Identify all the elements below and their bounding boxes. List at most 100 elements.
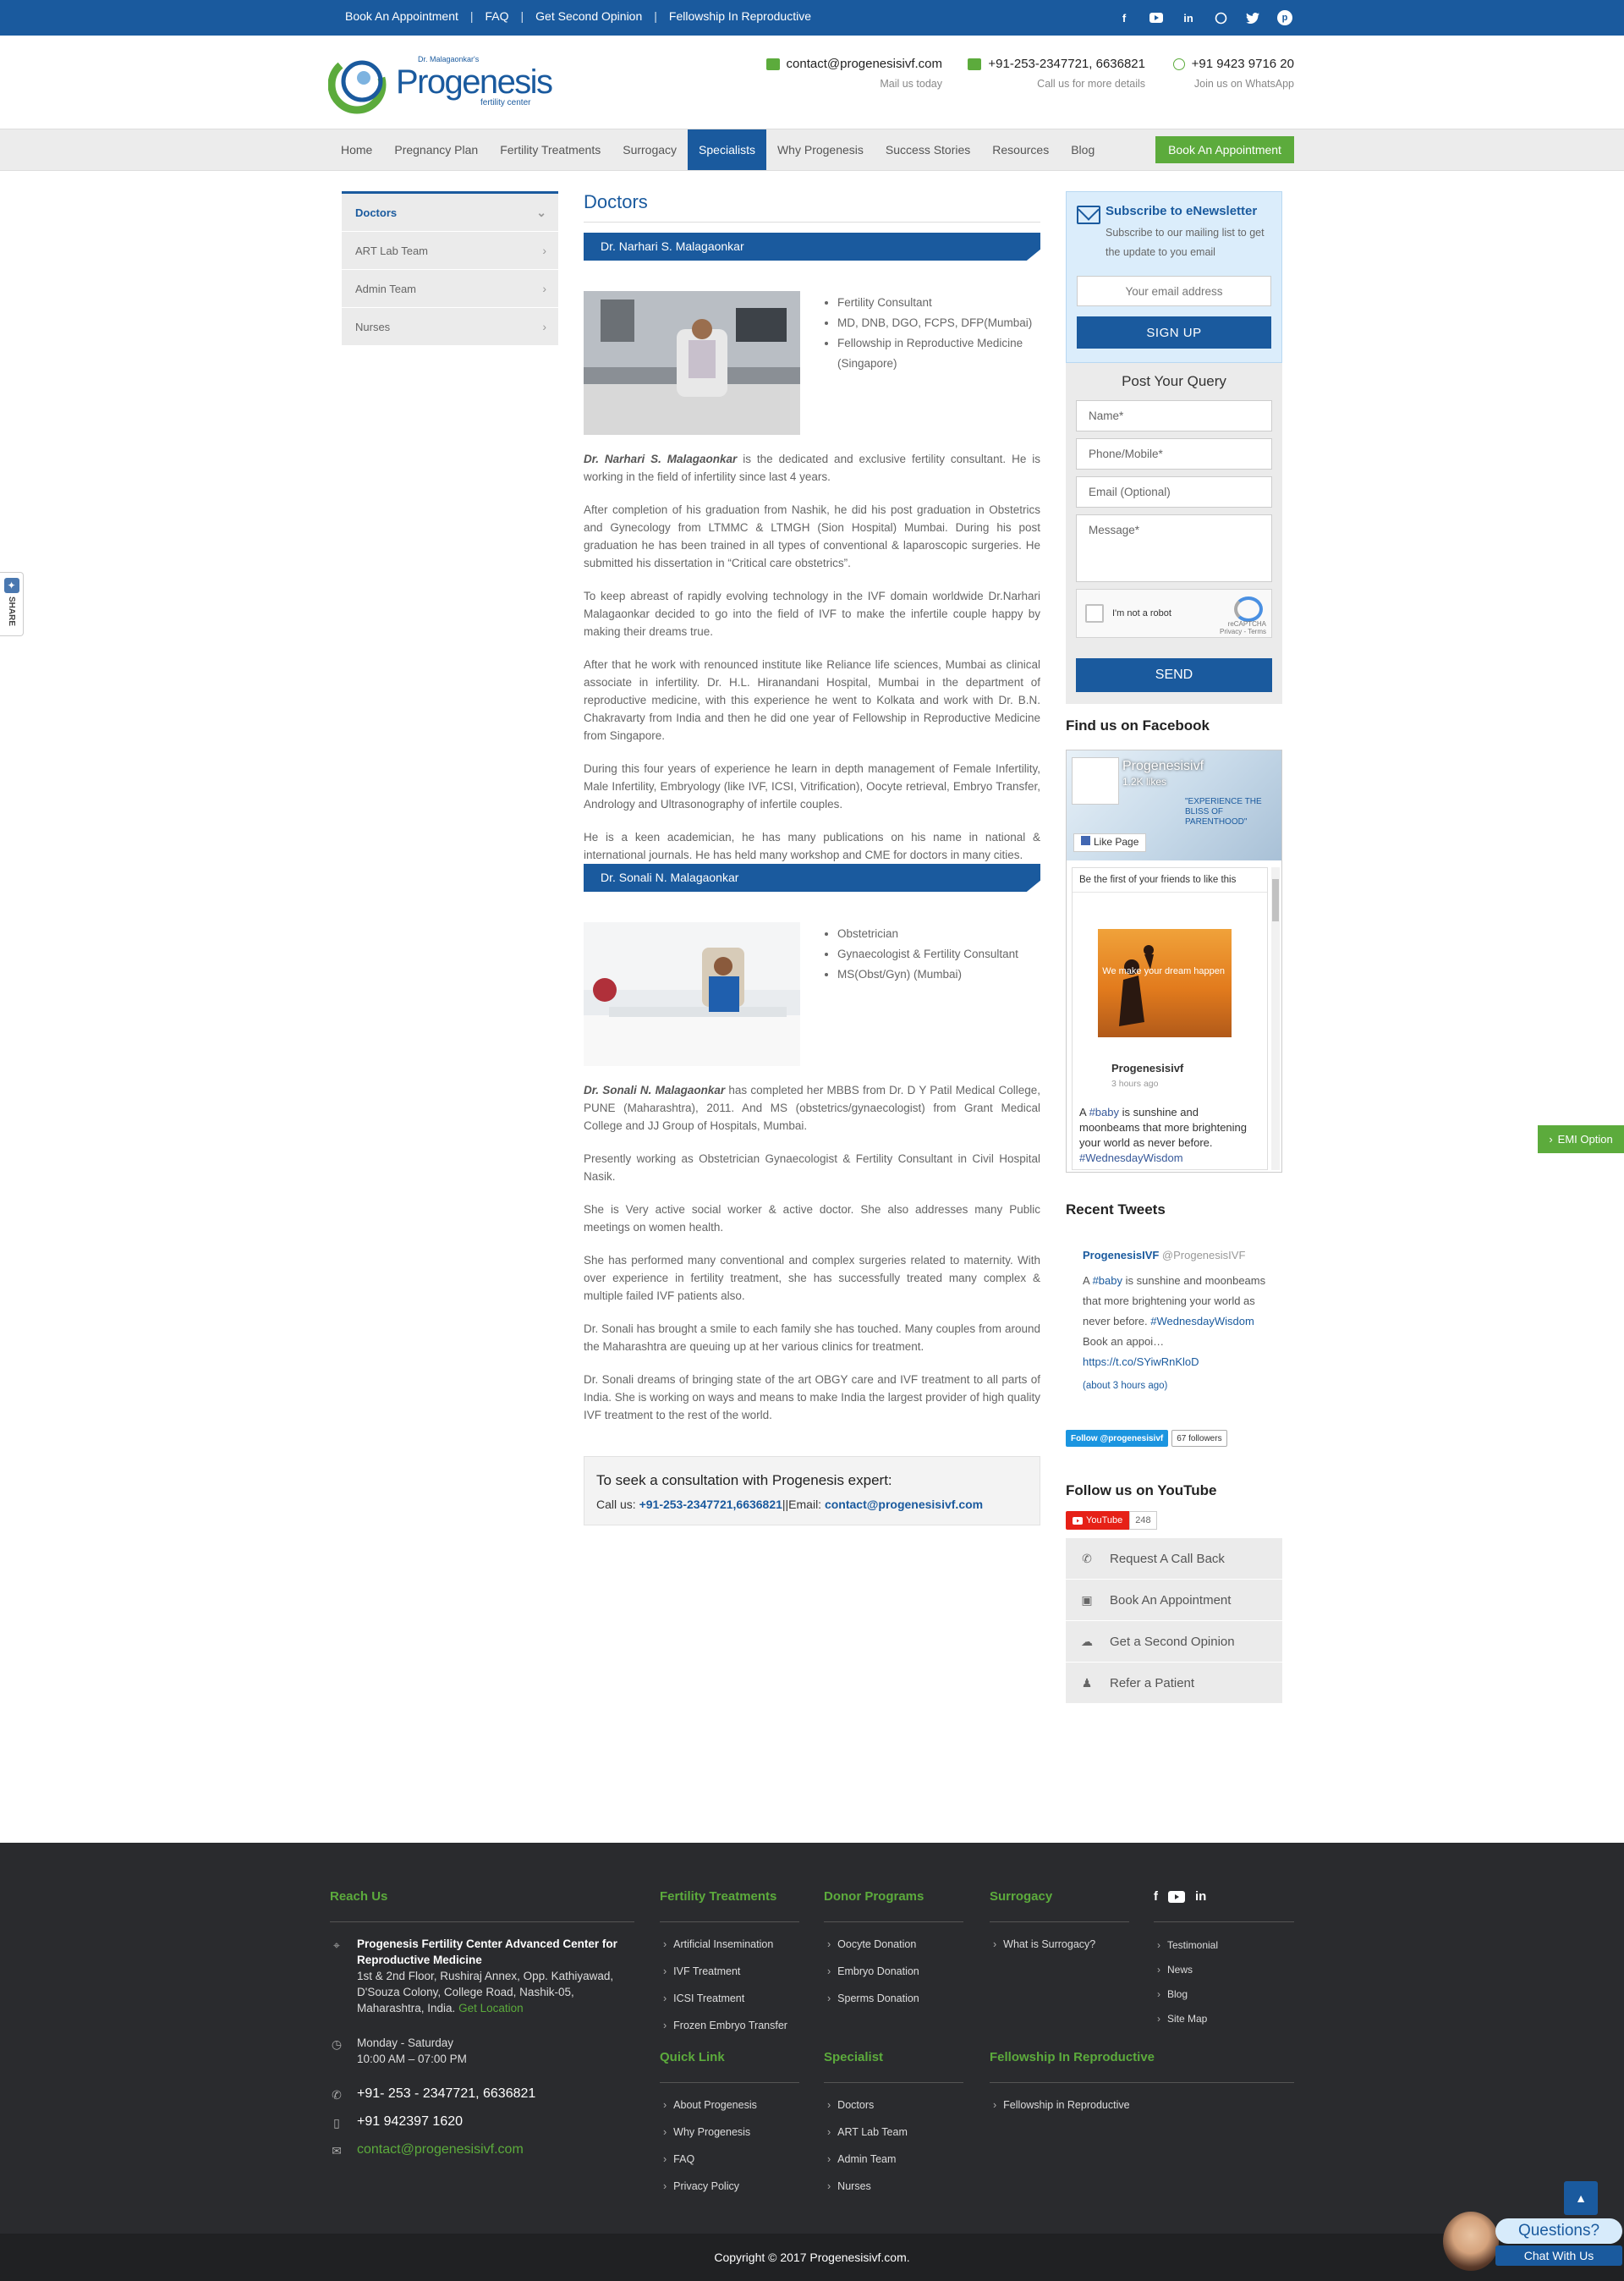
- facebook-icon[interactable]: f: [1154, 1889, 1158, 1904]
- sidebar-item-admin-team[interactable]: Admin Team ›: [342, 270, 558, 308]
- name-field[interactable]: Name*: [1076, 400, 1272, 431]
- nav-blog[interactable]: Blog: [1060, 129, 1106, 170]
- tweet-link[interactable]: https://t.co/SYiwRnKloD: [1083, 1355, 1199, 1368]
- footer-link[interactable]: Privacy Policy: [663, 2173, 757, 2200]
- bio-lead-name: Dr. Sonali N. Malagaonkar: [584, 1084, 726, 1097]
- facebook-scrollbar[interactable]: [1271, 867, 1280, 1170]
- footer-link[interactable]: Site Map: [1157, 2006, 1218, 2031]
- message-field[interactable]: Message*: [1076, 514, 1272, 582]
- send-button[interactable]: SEND: [1076, 658, 1272, 692]
- nav-book-appointment-button[interactable]: Book An Appointment: [1155, 136, 1294, 163]
- twitter-follow-button[interactable]: Follow @progenesisivf: [1066, 1430, 1169, 1447]
- footer-link[interactable]: Testimonial: [1157, 1932, 1218, 1957]
- footer-link[interactable]: Why Progenesis: [663, 2119, 757, 2146]
- tweet-time[interactable]: (about 3 hours ago): [1083, 1376, 1282, 1396]
- signup-button[interactable]: SIGN UP: [1077, 316, 1271, 349]
- footer-link[interactable]: Embryo Donation: [827, 1958, 919, 1985]
- phone-field[interactable]: Phone/Mobile*: [1076, 438, 1272, 470]
- chat-with-us-button[interactable]: Chat With Us: [1495, 2245, 1622, 2266]
- header-whatsapp[interactable]: +91 9423 9716 20: [1192, 57, 1294, 71]
- facebook-like-button[interactable]: Like Page: [1073, 833, 1147, 852]
- tweet-author[interactable]: ProgenesisIVF @ProgenesisIVF: [1083, 1245, 1282, 1266]
- recaptcha-terms[interactable]: Privacy - Terms: [1220, 628, 1266, 635]
- nav-home[interactable]: Home: [330, 129, 383, 170]
- doctor-photo: [584, 291, 800, 435]
- consultation-phone[interactable]: +91-253-2347721,6636821: [639, 1498, 782, 1511]
- post-hashtag[interactable]: #WednesdayWisdom: [1079, 1151, 1183, 1164]
- footer-link[interactable]: Frozen Embryo Transfer: [663, 2012, 787, 2039]
- footer-days: Monday - Saturday: [357, 2036, 454, 2049]
- nav-pregnancy-plan[interactable]: Pregnancy Plan: [383, 129, 489, 170]
- footer-link[interactable]: Oocyte Donation: [827, 1931, 919, 1958]
- chat-widget[interactable]: Questions? Chat With Us: [1443, 2210, 1624, 2281]
- linkedin-icon[interactable]: in: [1179, 8, 1198, 27]
- footer-link[interactable]: ICSI Treatment: [663, 1985, 787, 2012]
- location-pin-icon: ⌖: [333, 1938, 340, 1952]
- post-hashtag[interactable]: #baby: [1089, 1106, 1119, 1119]
- top-link-faq[interactable]: FAQ: [486, 9, 509, 23]
- footer-link[interactable]: Admin Team: [827, 2146, 908, 2173]
- footer-email[interactable]: contact@progenesisivf.com: [357, 2142, 524, 2157]
- footer-link[interactable]: IVF Treatment: [663, 1958, 787, 1985]
- sidebar-item-doctors[interactable]: Doctors ⌄: [342, 194, 558, 232]
- request-call-back-link[interactable]: ✆ Request A Call Back: [1066, 1538, 1282, 1580]
- nav-specialists[interactable]: Specialists: [688, 129, 766, 170]
- refer-patient-link[interactable]: ♟ Refer a Patient: [1066, 1663, 1282, 1704]
- footer-link[interactable]: About Progenesis: [663, 2091, 757, 2119]
- header-phone[interactable]: +91-253-2347721, 6636821: [988, 57, 1145, 71]
- nav-fertility-treatments[interactable]: Fertility Treatments: [489, 129, 612, 170]
- top-link-second-opinion[interactable]: Get Second Opinion: [535, 9, 642, 23]
- nav-resources[interactable]: Resources: [981, 129, 1060, 170]
- pinterest-icon[interactable]: p: [1276, 8, 1294, 27]
- get-location-link[interactable]: Get Location: [458, 2002, 524, 2014]
- emi-option-button[interactable]: › EMI Option: [1538, 1125, 1624, 1153]
- nav-surrogacy[interactable]: Surrogacy: [612, 129, 688, 170]
- youtube-icon[interactable]: [1147, 8, 1166, 27]
- book-appointment-link[interactable]: ▣ Book An Appointment: [1066, 1580, 1282, 1621]
- header: Dr. Malagaonkar's Progenesis fertility c…: [0, 36, 1624, 129]
- facebook-post-author[interactable]: Progenesisivf: [1111, 1061, 1259, 1076]
- footer-link[interactable]: Blog: [1157, 1981, 1218, 2006]
- footer-link[interactable]: ART Lab Team: [827, 2119, 908, 2146]
- divider: [660, 1921, 799, 1922]
- whatsapp-icon[interactable]: [1211, 8, 1230, 27]
- facebook-page-name[interactable]: Progenesisivf: [1122, 759, 1204, 774]
- youtube-button[interactable]: YouTube: [1066, 1511, 1130, 1530]
- contact-phone: +91-253-2347721, 6636821 Call us for mor…: [964, 57, 1145, 90]
- footer-link[interactable]: What is Surrogacy?: [993, 1931, 1095, 1958]
- top-link-fellowship[interactable]: Fellowship In Reproductive: [669, 9, 811, 23]
- header-email[interactable]: contact@progenesisivf.com: [787, 57, 942, 71]
- logo[interactable]: Dr. Malagaonkar's Progenesis fertility c…: [328, 52, 557, 116]
- email-field[interactable]: Email (Optional): [1076, 476, 1272, 508]
- footer-link[interactable]: FAQ: [663, 2146, 757, 2173]
- newsletter-email-input[interactable]: Your email address: [1077, 276, 1271, 306]
- top-link-appointment[interactable]: Book An Appointment: [345, 9, 458, 23]
- sidebar-item-art-lab-team[interactable]: ART Lab Team ›: [342, 232, 558, 270]
- share-widget[interactable]: ✦ SHARE: [0, 572, 24, 636]
- footer-link[interactable]: News: [1157, 1957, 1218, 1981]
- consultation-email[interactable]: contact@progenesisivf.com: [825, 1498, 983, 1511]
- facebook-friends-text: Be the first of your friends to like thi…: [1073, 868, 1267, 893]
- footer-link[interactable]: Doctors: [827, 2091, 908, 2119]
- email-label: ||Email:: [782, 1498, 825, 1511]
- nav-why-progenesis[interactable]: Why Progenesis: [766, 129, 875, 170]
- recaptcha-checkbox[interactable]: [1085, 604, 1104, 623]
- tweet-hashtag[interactable]: #baby: [1093, 1274, 1122, 1287]
- footer-mobile[interactable]: +91 942397 1620: [357, 2114, 463, 2129]
- footer-link[interactable]: Sperms Donation: [827, 1985, 919, 2012]
- nav-success-stories[interactable]: Success Stories: [875, 129, 981, 170]
- twitter-icon[interactable]: [1243, 8, 1262, 27]
- footer-link[interactable]: Nurses: [827, 2173, 908, 2200]
- sidebar-item-nurses[interactable]: Nurses ›: [342, 308, 558, 346]
- youtube-icon[interactable]: [1168, 1890, 1185, 1903]
- second-opinion-link[interactable]: ☁ Get a Second Opinion: [1066, 1621, 1282, 1663]
- facebook-icon[interactable]: f: [1115, 8, 1133, 27]
- facebook-avatar[interactable]: [1072, 757, 1119, 805]
- bio-paragraph: Dr. Sonali has brought a smile to each f…: [584, 1322, 1040, 1353]
- footer-link[interactable]: Artificial Insemination: [663, 1931, 787, 1958]
- footer-phone[interactable]: +91- 253 - 2347721, 6636821: [357, 2086, 535, 2101]
- tweet-hashtag[interactable]: #WednesdayWisdom: [1150, 1315, 1254, 1327]
- linkedin-icon[interactable]: in: [1195, 1889, 1206, 1904]
- chevron-right-icon: ›: [542, 320, 546, 333]
- footer-link[interactable]: Fellowship in Reproductive: [993, 2091, 1129, 2119]
